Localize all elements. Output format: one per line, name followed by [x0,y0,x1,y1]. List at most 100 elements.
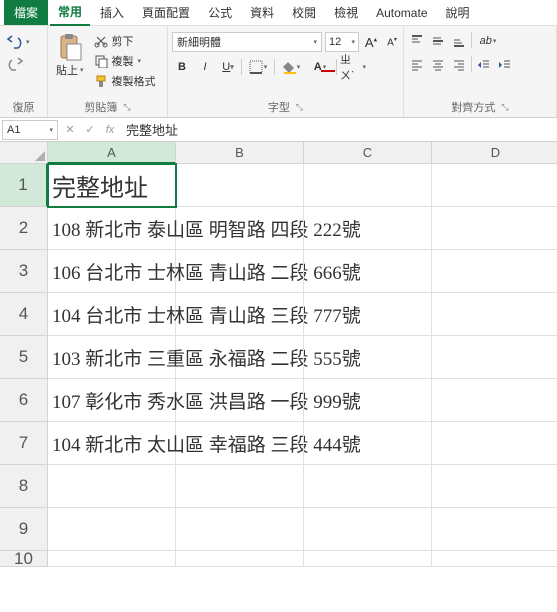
cell[interactable] [304,508,432,551]
paste-button[interactable]: 貼上 ▾ [52,32,88,78]
cell[interactable] [176,250,304,293]
orientation-button[interactable]: ab ▾ [475,32,501,50]
row-header[interactable]: 8 [0,465,48,508]
cell[interactable] [304,207,432,250]
cell[interactable] [432,379,557,422]
fill-color-button[interactable]: ▾ [278,58,304,76]
cell[interactable] [304,551,432,567]
cell[interactable] [304,164,432,207]
align-right-button[interactable] [450,56,468,74]
cell[interactable] [432,422,557,465]
cell[interactable]: 104 新北市 太山區 幸福路 三段 444號 [48,422,176,465]
font-size-select[interactable]: 12 ▾ [325,32,359,52]
menu-view[interactable]: 檢視 [326,0,366,25]
menu-help[interactable]: 說明 [438,0,478,25]
cell[interactable] [176,508,304,551]
cancel-formula-button[interactable]: ✕ [60,123,80,136]
menu-data[interactable]: 資料 [242,0,282,25]
cell[interactable] [304,422,432,465]
bold-button[interactable]: B [172,58,192,76]
redo-button[interactable] [4,54,26,74]
menu-insert[interactable]: 插入 [92,0,132,25]
format-painter-button[interactable]: 複製格式 [92,72,158,90]
cell[interactable] [48,465,176,508]
cell[interactable] [304,250,432,293]
cell[interactable] [176,465,304,508]
select-all-corner[interactable] [0,142,48,164]
cell[interactable] [48,508,176,551]
increase-indent-button[interactable] [496,56,514,74]
undo-button[interactable]: ▾ [4,32,32,52]
align-top-button[interactable] [408,32,426,50]
font-color-button[interactable]: A ▾ [307,58,333,76]
enter-formula-button[interactable]: ✓ [80,123,100,136]
cell[interactable] [432,250,557,293]
cell[interactable]: 108 新北市 泰山區 明智路 四段 222號 [48,207,176,250]
increase-font-button[interactable]: A▴ [362,33,380,51]
row-header[interactable]: 2 [0,207,48,250]
cell[interactable]: 104 台北市 士林區 青山路 三段 777號 [48,293,176,336]
cell[interactable] [304,336,432,379]
decrease-indent-button[interactable] [475,56,493,74]
row-header[interactable]: 1 [0,164,48,207]
cell[interactable] [176,164,304,207]
dialog-launcher-icon[interactable]: ⤡ [123,102,130,113]
cell[interactable] [304,379,432,422]
row-header[interactable]: 3 [0,250,48,293]
menu-review[interactable]: 校閱 [284,0,324,25]
border-button[interactable]: ▾ [245,58,271,76]
menu-home[interactable]: 常用 [50,0,90,26]
dialog-launcher-icon[interactable]: ⤡ [501,102,508,113]
align-left-button[interactable] [408,56,426,74]
underline-button[interactable]: U▾ [218,58,238,76]
col-header-b[interactable]: B [176,142,304,164]
menu-automate[interactable]: Automate [368,2,435,24]
cell[interactable] [432,293,557,336]
cell[interactable] [432,336,557,379]
decrease-font-button[interactable]: A▾ [383,33,401,51]
menu-formulas[interactable]: 公式 [200,0,240,25]
insert-function-button[interactable]: fx [100,124,120,136]
copy-button[interactable]: 複製 ▾ [92,52,158,70]
align-middle-button[interactable] [429,32,447,50]
cell[interactable] [432,164,557,207]
italic-button[interactable]: I [195,58,215,76]
cut-button[interactable]: 剪下 [92,32,158,50]
row-header[interactable]: 4 [0,293,48,336]
name-box[interactable]: A1 ▾ [2,120,58,140]
cell[interactable] [304,293,432,336]
menu-file[interactable]: 檔案 [4,0,48,25]
cell[interactable]: 完整地址 [48,164,176,207]
cell[interactable] [176,293,304,336]
font-name-select[interactable]: 新細明體 ▾ [172,32,322,52]
cell[interactable] [176,422,304,465]
row-header[interactable]: 10 [0,551,48,567]
cell[interactable] [176,336,304,379]
cell[interactable]: 103 新北市 三重區 永福路 二段 555號 [48,336,176,379]
row-header[interactable]: 5 [0,336,48,379]
cell[interactable]: 106 台北市 士林區 青山路 二段 666號 [48,250,176,293]
align-center-button[interactable] [429,56,447,74]
cell[interactable] [176,379,304,422]
cell[interactable] [432,465,557,508]
col-header-a[interactable]: A [48,142,176,164]
row-header[interactable]: 6 [0,379,48,422]
col-header-c[interactable]: C [304,142,432,164]
cell[interactable] [176,551,304,567]
cell[interactable]: 107 彰化市 秀水區 洪昌路 一段 999號 [48,379,176,422]
cell[interactable] [432,207,557,250]
dialog-launcher-icon[interactable]: ⤡ [296,102,303,113]
row-header[interactable]: 7 [0,422,48,465]
cell[interactable] [304,465,432,508]
align-top-icon [410,34,424,48]
cell[interactable] [432,508,557,551]
col-header-d[interactable]: D [432,142,557,164]
formula-input[interactable]: 完整地址 [120,120,557,139]
cell[interactable] [176,207,304,250]
menu-page-layout[interactable]: 頁面配置 [134,0,198,25]
cell[interactable] [432,551,557,567]
align-bottom-button[interactable] [450,32,468,50]
phonetic-guide-button[interactable]: ㄓㄨˋ ▾ [340,58,366,76]
row-header[interactable]: 9 [0,508,48,551]
cell[interactable] [48,551,176,567]
